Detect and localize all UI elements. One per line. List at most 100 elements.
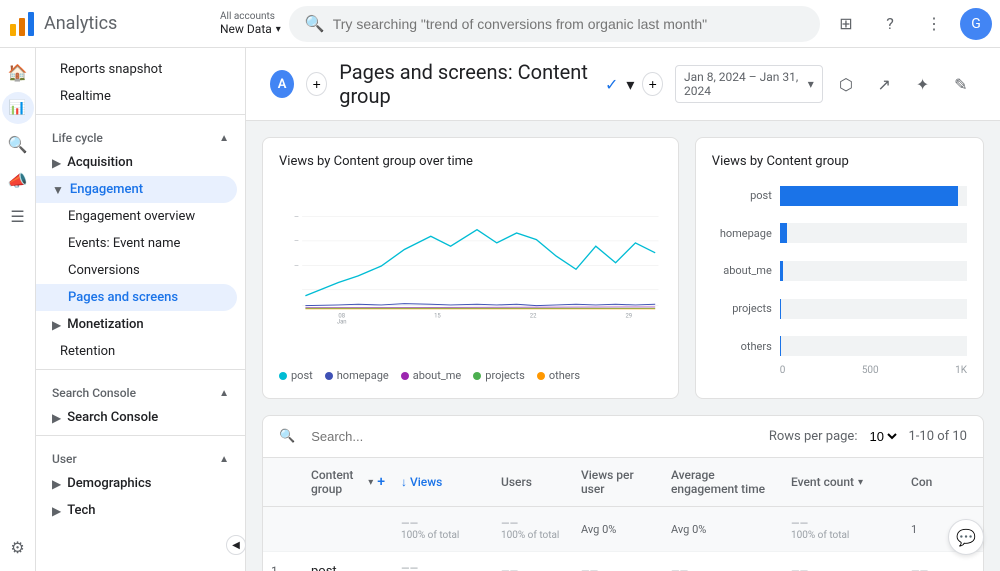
- demographics-expand-icon: ▶: [52, 477, 61, 491]
- td-views: ——: [393, 552, 493, 571]
- table-search-input[interactable]: [311, 429, 753, 444]
- th-event-count[interactable]: Event count ▾: [783, 458, 903, 506]
- chat-button[interactable]: 💬: [948, 519, 984, 555]
- avatar[interactable]: G: [960, 8, 992, 40]
- td-totals-users: —— 100% of total: [493, 507, 573, 551]
- sidebar-item-conversions[interactable]: Conversions: [36, 257, 237, 284]
- lifecycle-chevron: ▲: [219, 133, 229, 144]
- bar-container-post: [780, 186, 967, 206]
- sidebar-item-monetization[interactable]: ▶ Monetization: [36, 311, 245, 338]
- svg-text:—: —: [294, 238, 299, 245]
- td-totals-views-per-user: Avg 0%: [573, 507, 663, 551]
- bar-fill-homepage: [780, 223, 787, 243]
- legend-projects: projects: [473, 369, 525, 382]
- account-selector[interactable]: All accounts New Data ▾: [220, 11, 281, 36]
- bar-row-about-me: about_me: [712, 261, 967, 281]
- bar-chart-card: Views by Content group post homepage: [695, 137, 984, 399]
- sidebar: Reports snapshot Realtime Life cycle ▲ ▶…: [36, 48, 246, 571]
- explore-icon[interactable]: 🔍: [2, 128, 34, 160]
- page-header: A + Pages and screens: Content group ✓ ▾…: [246, 48, 1000, 121]
- search-console-chevron: ▲: [219, 388, 229, 399]
- sidebar-item-acquisition[interactable]: ▶ Acquisition: [36, 149, 245, 176]
- td-totals-group: [303, 507, 393, 551]
- add-comparison-button[interactable]: +: [306, 72, 327, 96]
- svg-text:Jan: Jan: [337, 318, 347, 325]
- table-totals-row: —— 100% of total —— 100% of total Avg 0%: [263, 507, 983, 552]
- logo: Analytics: [8, 10, 208, 38]
- th-avg-engagement[interactable]: Average engagement time: [663, 458, 783, 506]
- legend-homepage: homepage: [325, 369, 389, 382]
- topbar: Analytics All accounts New Data ▾ 🔍 ⊞ ? …: [0, 0, 1000, 48]
- page-avatar: A: [270, 70, 294, 98]
- sidebar-item-engagement-overview[interactable]: Engagement overview: [36, 203, 237, 230]
- sidebar-item-search-console[interactable]: ▶ Search Console: [36, 404, 245, 431]
- sidebar-item-retention[interactable]: Retention: [36, 338, 237, 365]
- legend-dot-projects: [473, 372, 481, 380]
- bar-row-homepage: homepage: [712, 223, 967, 243]
- table-toolbar: 🔍 Rows per page: 10 25 50 1-10 of 10: [263, 416, 983, 458]
- title-dropdown-icon[interactable]: ▾: [626, 75, 634, 94]
- page-title: Pages and screens: Content group ✓ ▾ +: [339, 60, 663, 108]
- sidebar-collapse-button[interactable]: ◀: [226, 535, 246, 555]
- help-icon[interactable]: ?: [872, 6, 908, 42]
- search-console-category[interactable]: Search Console ▲: [36, 374, 245, 404]
- line-chart-area: — — — 08 Jan 15 22 29: [279, 181, 662, 361]
- bar-container-homepage: [780, 223, 967, 243]
- bar-row-others: others: [712, 336, 967, 356]
- export-icon[interactable]: ↗: [869, 66, 899, 102]
- bar-fill-projects: [780, 299, 781, 319]
- sidebar-item-demographics[interactable]: ▶ Demographics: [36, 470, 245, 497]
- icon-rail: 🏠 📊 🔍 📣 ☰ ⚙: [0, 48, 36, 571]
- rows-per-page-select[interactable]: 10 25 50: [865, 428, 900, 445]
- sidebar-item-pages[interactable]: Pages and screens: [36, 284, 237, 311]
- pagination-info: 1-10 of 10: [908, 429, 967, 444]
- lifecycle-category[interactable]: Life cycle ▲: [36, 119, 245, 149]
- more-options-icon[interactable]: ⋮: [916, 6, 952, 42]
- search-input[interactable]: [333, 16, 804, 32]
- share-icon[interactable]: ⬡: [831, 66, 861, 102]
- sidebar-item-tech[interactable]: ▶ Tech: [36, 497, 245, 524]
- sidebar-item-engagement[interactable]: ▼ Engagement: [36, 176, 237, 203]
- reports-icon[interactable]: 📊: [2, 92, 34, 124]
- th-add-icon[interactable]: +: [377, 474, 385, 490]
- legend-dot-about-me: [401, 372, 409, 380]
- account-name[interactable]: New Data ▾: [220, 22, 281, 36]
- search-icon: 🔍: [305, 14, 325, 33]
- bar-label-others: others: [712, 340, 772, 353]
- configure-icon[interactable]: ☰: [2, 200, 34, 232]
- sidebar-item-events[interactable]: Events: Event name: [36, 230, 237, 257]
- search-console-expand-icon: ▶: [52, 411, 61, 425]
- th-views-per-user[interactable]: Views per user: [573, 458, 663, 506]
- tech-expand-icon: ▶: [52, 504, 61, 518]
- th-content-group[interactable]: Content group ▾ +: [303, 458, 393, 506]
- bar-label-projects: projects: [712, 302, 772, 315]
- admin-icon[interactable]: ⚙: [2, 531, 34, 563]
- charts-row: Views by Content group over time — —: [262, 137, 984, 399]
- bar-fill-post: [780, 186, 958, 206]
- sidebar-item-reports-snapshot[interactable]: Reports snapshot: [36, 56, 237, 83]
- th-users[interactable]: Users: [493, 458, 573, 506]
- apps-icon[interactable]: ⊞: [828, 6, 864, 42]
- th-filter-icon: ▾: [368, 477, 373, 488]
- th-event-filter-icon[interactable]: ▾: [858, 477, 863, 488]
- bar-container-about-me: [780, 261, 967, 281]
- sidebar-item-realtime[interactable]: Realtime: [36, 83, 237, 110]
- svg-text:—: —: [294, 262, 299, 269]
- date-range-dropdown-icon: ▾: [808, 77, 814, 91]
- user-chevron: ▲: [219, 454, 229, 465]
- td-content-group: post: [303, 552, 393, 571]
- table-header: Content group ▾ + ↓ Views Users Views pe…: [263, 458, 983, 507]
- bar-chart-title: Views by Content group: [712, 154, 967, 169]
- th-con[interactable]: Con: [903, 458, 983, 506]
- user-category[interactable]: User ▲: [36, 440, 245, 470]
- legend-dot-homepage: [325, 372, 333, 380]
- advertising-icon[interactable]: 📣: [2, 164, 34, 196]
- edit-icon[interactable]: ✎: [946, 66, 976, 102]
- customize-icon[interactable]: ✦: [907, 66, 937, 102]
- legend-dot-others: [537, 372, 545, 380]
- search-bar[interactable]: 🔍: [289, 6, 820, 42]
- home-icon[interactable]: 🏠: [2, 56, 34, 88]
- th-views[interactable]: ↓ Views: [393, 458, 493, 506]
- add-button[interactable]: +: [642, 72, 663, 96]
- date-range-picker[interactable]: Jan 8, 2024 – Jan 31, 2024 ▾: [675, 65, 823, 103]
